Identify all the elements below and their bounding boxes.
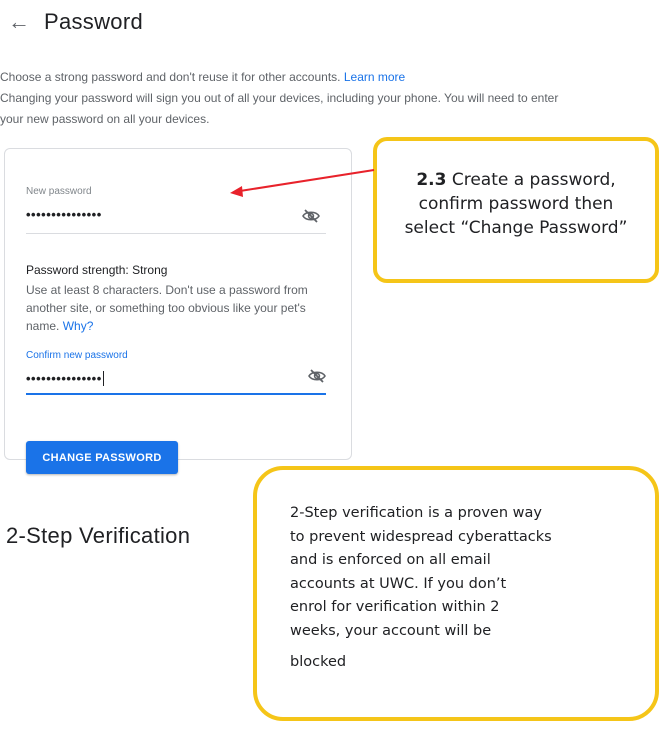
password-hint: Use at least 8 characters. Don't use a p… [26, 283, 308, 333]
note-line-3: and is enforced on all email [290, 552, 491, 568]
new-password-input[interactable]: ••••••••••••••• [26, 207, 102, 222]
new-password-label: New password [26, 186, 92, 197]
eye-off-icon[interactable] [308, 369, 326, 383]
step-callout-line-2: confirm password then [418, 194, 614, 214]
confirm-password-label: Confirm new password [26, 350, 128, 361]
note-line-4: accounts at UWC. If you don’t [290, 575, 507, 592]
intro-line-3: your new password on all your devices. [0, 112, 210, 126]
note-line-2: to prevent widespread cyberattacks [290, 528, 552, 545]
intro-line-2: Changing your password will sign you out… [0, 91, 559, 105]
change-password-button[interactable]: CHANGE PASSWORD [26, 441, 178, 474]
note-line-7: blocked [290, 654, 347, 670]
page-header: ← Password [8, 6, 143, 38]
learn-more-link[interactable]: Learn more [344, 70, 405, 84]
new-password-underline [26, 233, 326, 234]
note-line-1: 2-Step verification is a proven way [290, 505, 542, 521]
strength-value: Strong [132, 263, 168, 277]
eye-off-icon[interactable] [302, 209, 320, 223]
password-strength: Password strength: Strong [26, 263, 168, 277]
note-line-6: weeks, your account will be [290, 622, 492, 639]
step-number: 2.3 [416, 170, 447, 190]
step-callout: 2.3 Create a password, confirm password … [373, 137, 659, 283]
confirm-password-underline [26, 393, 326, 395]
page-title: Password [44, 9, 143, 34]
arrow-left-icon[interactable]: ← [8, 11, 30, 33]
intro-text: Choose a strong password and don't reuse… [0, 68, 665, 131]
step-callout-line-1: 2.3 Create a password, [416, 170, 616, 190]
note-line-5: enrol for verification within 2 [290, 599, 500, 615]
verification-note-callout: 2-Step verification is a proven way to p… [253, 466, 659, 721]
intro-line-1: Choose a strong password and don't reuse… [0, 70, 406, 84]
why-link[interactable]: Why? [63, 319, 94, 333]
text-caret [102, 371, 104, 387]
step-callout-line-3: select “Change Password” [404, 218, 628, 238]
confirm-password-input[interactable]: ••••••••••••••• [26, 370, 104, 388]
arrow-pointer-icon [230, 169, 375, 197]
two-step-verification-title: 2-Step Verification [6, 523, 191, 548]
